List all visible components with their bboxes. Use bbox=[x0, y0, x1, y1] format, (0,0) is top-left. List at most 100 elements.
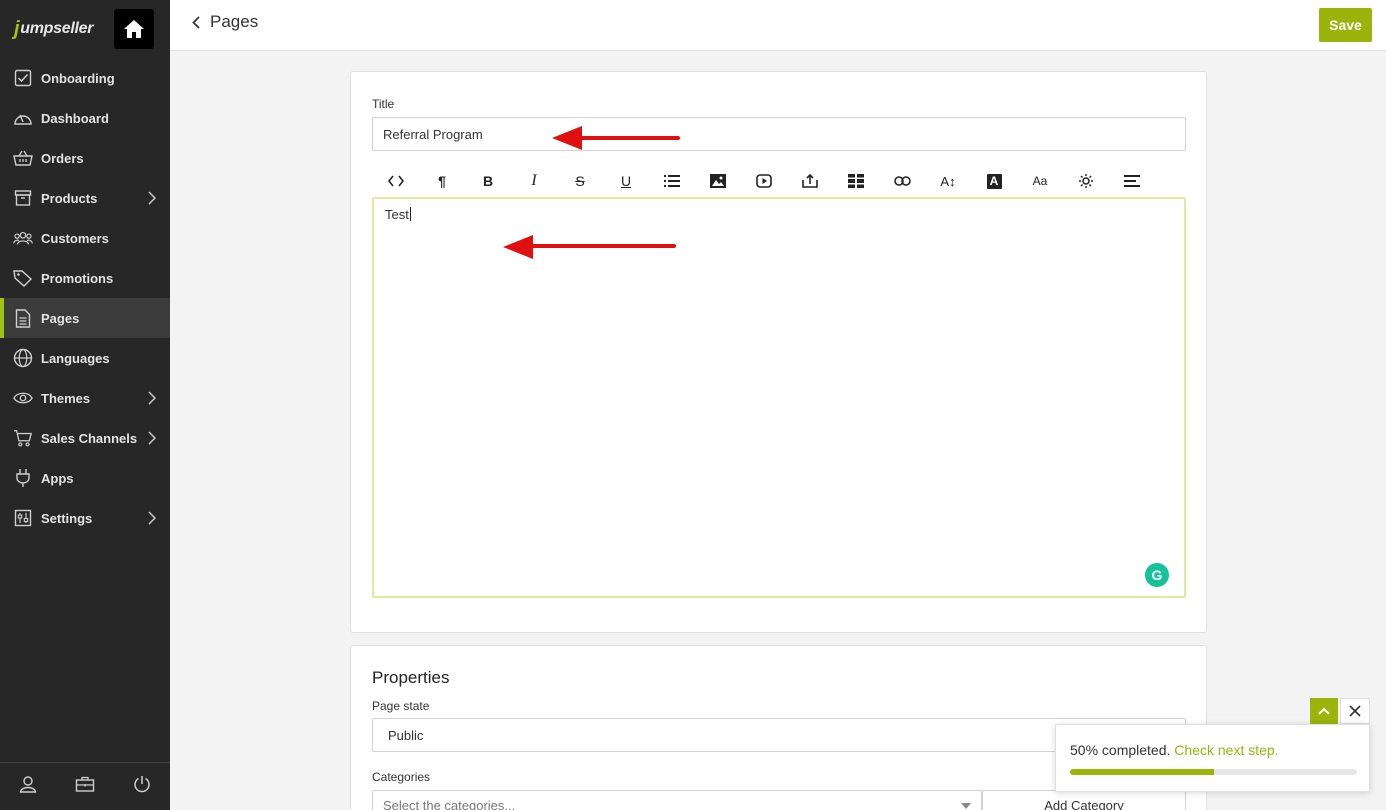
page-state-label: Page state bbox=[372, 699, 430, 713]
progress-text: 50% completed. bbox=[1070, 742, 1171, 758]
globe-icon bbox=[13, 348, 33, 368]
user-icon[interactable] bbox=[19, 775, 37, 798]
sidebar-item-customers[interactable]: Customers bbox=[0, 218, 170, 258]
sidebar-nav: Onboarding Dashboard Orders Products Cus… bbox=[0, 58, 170, 538]
underline-button[interactable]: U bbox=[603, 168, 649, 194]
sidebar-item-sales-channels[interactable]: Sales Channels bbox=[0, 418, 170, 458]
font-color-button[interactable]: A bbox=[971, 168, 1017, 194]
bold-icon: B bbox=[482, 173, 494, 189]
font-size-icon: A↕ bbox=[940, 173, 956, 189]
eye-icon bbox=[13, 388, 33, 408]
paragraph-icon: ¶ bbox=[438, 173, 446, 189]
chevron-right-icon bbox=[148, 191, 156, 205]
gauge-icon bbox=[13, 108, 33, 128]
code-view-button[interactable] bbox=[373, 168, 419, 194]
sidebar-item-label: Themes bbox=[41, 390, 91, 406]
sidebar-item-languages[interactable]: Languages bbox=[0, 338, 170, 378]
home-icon bbox=[124, 20, 144, 38]
title-input[interactable]: Referral Program bbox=[372, 117, 1186, 151]
box-icon bbox=[13, 188, 33, 208]
caret-down-icon bbox=[961, 803, 971, 809]
expand-progress-button[interactable] bbox=[1310, 698, 1338, 724]
sidebar-item-label: Apps bbox=[41, 470, 74, 486]
sidebar-item-label: Pages bbox=[41, 310, 80, 326]
progress-bar bbox=[1070, 769, 1357, 775]
close-progress-button[interactable] bbox=[1340, 698, 1370, 724]
sidebar-footer bbox=[0, 762, 170, 810]
special-chars-icon bbox=[1079, 174, 1093, 188]
special-characters-button[interactable] bbox=[1063, 168, 1109, 194]
top-bar: Pages Save bbox=[170, 0, 1386, 51]
home-button[interactable] bbox=[114, 9, 154, 49]
sidebar-item-label: Sales Channels bbox=[41, 430, 138, 446]
logo-row: j umpseller bbox=[0, 0, 170, 58]
sidebar-item-dashboard[interactable]: Dashboard bbox=[0, 98, 170, 138]
annotation-arrow-editor bbox=[503, 235, 676, 259]
sidebar-item-themes[interactable]: Themes bbox=[0, 378, 170, 418]
sidebar-item-products[interactable]: Products bbox=[0, 178, 170, 218]
jumpseller-logo[interactable]: j umpseller bbox=[14, 18, 93, 41]
chevron-right-icon bbox=[148, 511, 156, 525]
checkbox-icon bbox=[13, 68, 33, 88]
power-icon[interactable] bbox=[133, 775, 151, 798]
users-icon bbox=[13, 228, 33, 248]
video-icon bbox=[756, 174, 772, 188]
insert-video-button[interactable] bbox=[741, 168, 787, 194]
sidebar: j umpseller Onboarding Dashboard Orders P… bbox=[0, 0, 170, 810]
upload-file-button[interactable] bbox=[787, 168, 833, 194]
chevron-right-icon bbox=[148, 391, 156, 405]
basket-icon bbox=[13, 148, 33, 168]
sidebar-item-promotions[interactable]: Promotions bbox=[0, 258, 170, 298]
categories-label: Categories bbox=[372, 770, 431, 784]
tag-icon bbox=[13, 268, 33, 288]
code-icon bbox=[388, 175, 404, 187]
back-button[interactable]: Pages bbox=[192, 12, 258, 32]
upload-icon bbox=[802, 174, 818, 188]
categories-select[interactable]: Select the categories... bbox=[372, 790, 982, 810]
onboarding-progress-popup: 50% completed. Check next step. bbox=[1055, 724, 1370, 792]
sidebar-item-label: Customers bbox=[41, 230, 109, 246]
insert-table-button[interactable] bbox=[833, 168, 879, 194]
chevron-right-icon bbox=[148, 431, 156, 445]
font-family-icon: Aa bbox=[1032, 174, 1048, 188]
grammarly-icon[interactable]: G bbox=[1145, 563, 1169, 587]
chevron-left-icon bbox=[192, 15, 200, 29]
briefcase-icon[interactable] bbox=[75, 775, 95, 798]
font-family-button[interactable]: Aa bbox=[1017, 168, 1063, 194]
table-icon bbox=[848, 174, 864, 188]
content-editor[interactable]: Test G bbox=[372, 197, 1186, 598]
underline-icon: U bbox=[620, 173, 632, 189]
plug-icon bbox=[13, 468, 33, 488]
progress-message: 50% completed. Check next step. bbox=[1070, 742, 1279, 758]
save-button[interactable]: Save bbox=[1319, 8, 1372, 42]
sidebar-item-label: Settings bbox=[41, 510, 93, 526]
editor-toolbar: ¶ B I S U A↕ A Aa bbox=[373, 168, 1155, 194]
strikethrough-icon: S bbox=[575, 173, 585, 189]
page-title: Pages bbox=[210, 12, 259, 31]
close-icon bbox=[1349, 705, 1361, 717]
font-color-icon: A bbox=[986, 173, 1002, 189]
categories-placeholder: Select the categories... bbox=[383, 797, 516, 810]
strikethrough-button[interactable]: S bbox=[557, 168, 603, 194]
page-icon bbox=[13, 308, 33, 328]
sliders-icon bbox=[13, 508, 33, 528]
insert-link-button[interactable] bbox=[879, 168, 925, 194]
sidebar-item-pages[interactable]: Pages bbox=[0, 298, 170, 338]
insert-image-button[interactable] bbox=[695, 168, 741, 194]
paragraph-button[interactable]: ¶ bbox=[419, 168, 465, 194]
content-card: Title Referral Program ¶ B I S U A↕ A Aa… bbox=[350, 71, 1207, 633]
list-button[interactable] bbox=[649, 168, 695, 194]
sidebar-item-settings[interactable]: Settings bbox=[0, 498, 170, 538]
add-category-button[interactable]: Add Category bbox=[982, 790, 1186, 810]
check-next-step-link[interactable]: Check next step. bbox=[1174, 742, 1278, 758]
align-button[interactable] bbox=[1109, 168, 1155, 194]
sidebar-item-apps[interactable]: Apps bbox=[0, 458, 170, 498]
italic-button[interactable]: I bbox=[511, 168, 557, 194]
bold-button[interactable]: B bbox=[465, 168, 511, 194]
font-size-button[interactable]: A↕ bbox=[925, 168, 971, 194]
chevron-up-icon bbox=[1318, 707, 1330, 715]
list-icon bbox=[664, 175, 680, 187]
sidebar-item-onboarding[interactable]: Onboarding bbox=[0, 58, 170, 98]
sidebar-item-label: Orders bbox=[41, 150, 84, 166]
sidebar-item-orders[interactable]: Orders bbox=[0, 138, 170, 178]
